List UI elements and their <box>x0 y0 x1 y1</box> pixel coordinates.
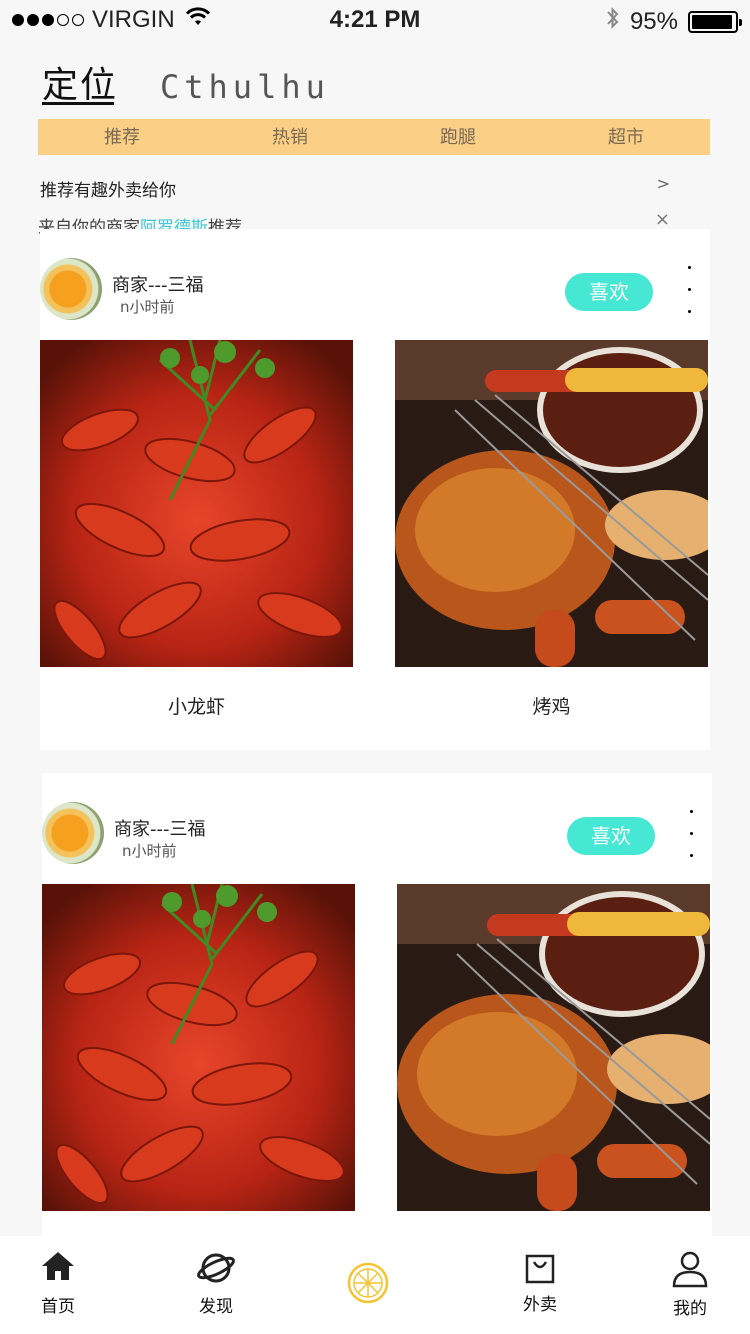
post-time: n小时前 <box>122 842 177 860</box>
roast-chicken-image[interactable] <box>395 340 708 667</box>
like-button[interactable]: 喜欢 <box>567 817 655 855</box>
crayfish-image[interactable] <box>40 340 353 667</box>
lemon-icon <box>347 1262 389 1308</box>
shop-name[interactable]: 商家---三福 <box>112 271 204 297</box>
close-icon[interactable]: × <box>655 209 670 230</box>
category-errand[interactable]: 跑腿 <box>374 119 542 155</box>
post-card: 商家---三福 n小时前 喜欢 <box>40 229 710 750</box>
food-name: 烤鸡 <box>532 696 571 718</box>
bottom-tab-bar: 首页 发现 外卖 我的 <box>0 1236 750 1334</box>
roast-chicken-image[interactable] <box>397 884 710 1211</box>
header: 定位 Cthulhu <box>0 50 750 112</box>
tab-home[interactable]: 首页 <box>8 1236 108 1334</box>
crayfish-image[interactable] <box>42 884 355 1211</box>
category-bar: 推荐 热销 跑腿 超市 <box>38 119 710 155</box>
status-bar: VIRGIN 4:21 PM 95% <box>0 0 750 40</box>
recommend-row[interactable]: 推荐有趣外卖给你 > <box>40 174 670 201</box>
category-supermarket[interactable]: 超市 <box>542 119 710 155</box>
tab-mine[interactable]: 我的 <box>640 1236 740 1334</box>
recommend-text: 推荐有趣外卖给你 <box>40 181 176 201</box>
chevron-right-icon: > <box>656 174 670 193</box>
user-icon <box>671 1250 709 1292</box>
like-button[interactable]: 喜欢 <box>565 273 653 311</box>
location-tab-underline <box>42 102 114 105</box>
battery-icon <box>688 10 742 33</box>
battery-info: 95% <box>606 6 742 37</box>
more-icon[interactable] <box>687 803 695 863</box>
username: Cthulhu <box>160 68 330 106</box>
tab-label: 我的 <box>673 1299 707 1319</box>
tab-label: 首页 <box>41 1297 75 1317</box>
avatar[interactable] <box>42 802 104 864</box>
bag-icon <box>524 1252 556 1288</box>
post-card: 商家---三福 n小时前 喜欢 <box>42 773 712 1243</box>
more-icon[interactable] <box>685 259 693 319</box>
tab-label: 外卖 <box>523 1295 557 1315</box>
planet-icon <box>196 1250 236 1290</box>
category-hot[interactable]: 热销 <box>206 119 374 155</box>
category-recommend[interactable]: 推荐 <box>38 119 206 155</box>
tab-takeout[interactable]: 外卖 <box>490 1236 590 1334</box>
location-tab[interactable]: 定位 <box>42 56 118 108</box>
home-icon <box>40 1250 76 1286</box>
food-name: 小龙虾 <box>167 696 225 718</box>
tab-discover[interactable]: 发现 <box>166 1236 266 1334</box>
battery-percent: 95% <box>629 7 678 35</box>
tab-center[interactable] <box>318 1236 418 1334</box>
bluetooth-icon <box>606 6 620 37</box>
avatar[interactable] <box>40 258 102 320</box>
tab-label: 发现 <box>199 1297 233 1317</box>
shop-name[interactable]: 商家---三福 <box>114 815 206 841</box>
post-time: n小时前 <box>120 298 175 316</box>
